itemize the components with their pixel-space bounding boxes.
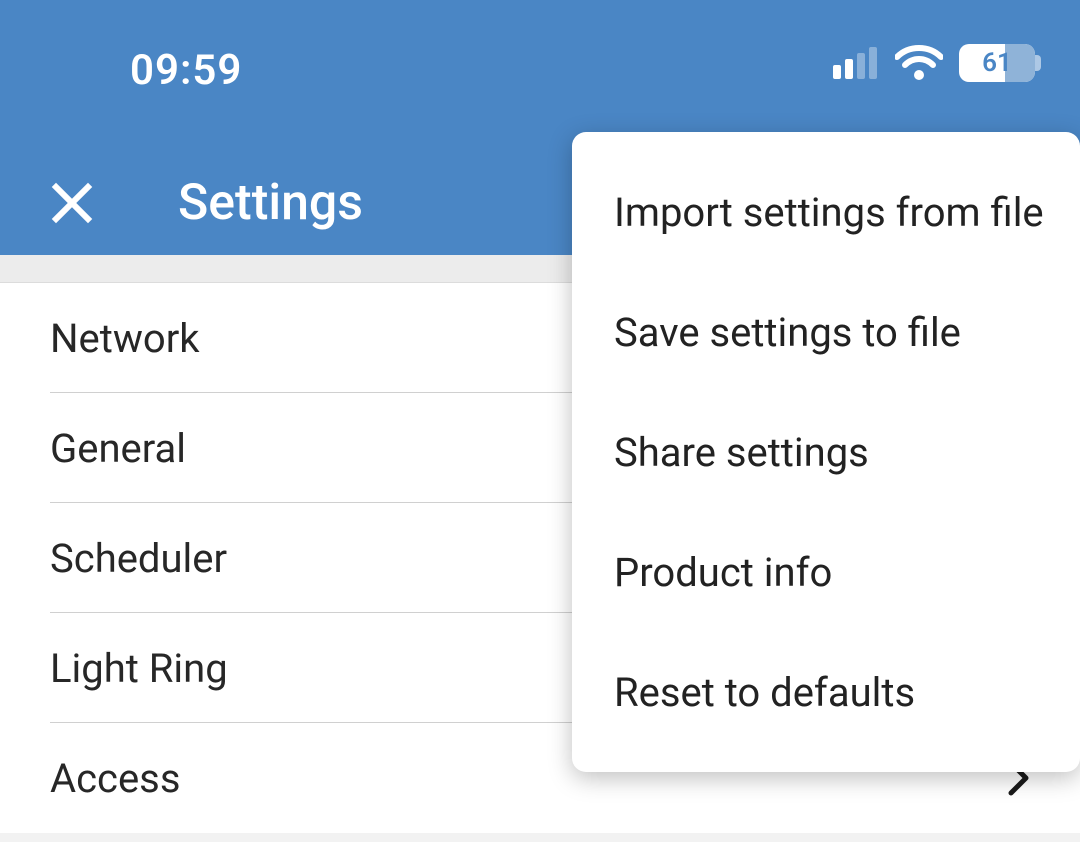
menu-item-share-settings[interactable]: Share settings [572, 392, 1080, 512]
menu-item-import-settings[interactable]: Import settings from file [572, 152, 1080, 272]
overflow-menu: Import settings from file Save settings … [572, 132, 1080, 772]
menu-item-label: Reset to defaults [614, 669, 915, 716]
status-bar: 09:59 61 [0, 0, 1080, 120]
menu-item-label: Product info [614, 549, 832, 596]
menu-item-save-settings[interactable]: Save settings to file [572, 272, 1080, 392]
close-icon [50, 181, 94, 225]
wifi-icon [895, 45, 943, 81]
close-button[interactable] [22, 153, 122, 253]
list-item-label: Network [50, 315, 200, 362]
battery-indicator: 61 [959, 44, 1035, 82]
battery-percent: 61 [959, 44, 1035, 82]
menu-item-label: Import settings from file [614, 189, 1044, 236]
list-item-label: Light Ring [50, 645, 228, 692]
page-title: Settings [178, 174, 363, 232]
list-item-label: Access [50, 755, 180, 802]
status-time: 09:59 [130, 46, 242, 95]
menu-item-product-info[interactable]: Product info [572, 512, 1080, 632]
cellular-signal-icon [833, 47, 879, 79]
status-indicators: 61 [833, 44, 1035, 82]
menu-item-reset-defaults[interactable]: Reset to defaults [572, 632, 1080, 752]
menu-item-label: Share settings [614, 429, 869, 476]
menu-item-label: Save settings to file [614, 309, 961, 356]
list-item-label: General [50, 425, 186, 472]
list-item-label: Scheduler [50, 535, 227, 582]
